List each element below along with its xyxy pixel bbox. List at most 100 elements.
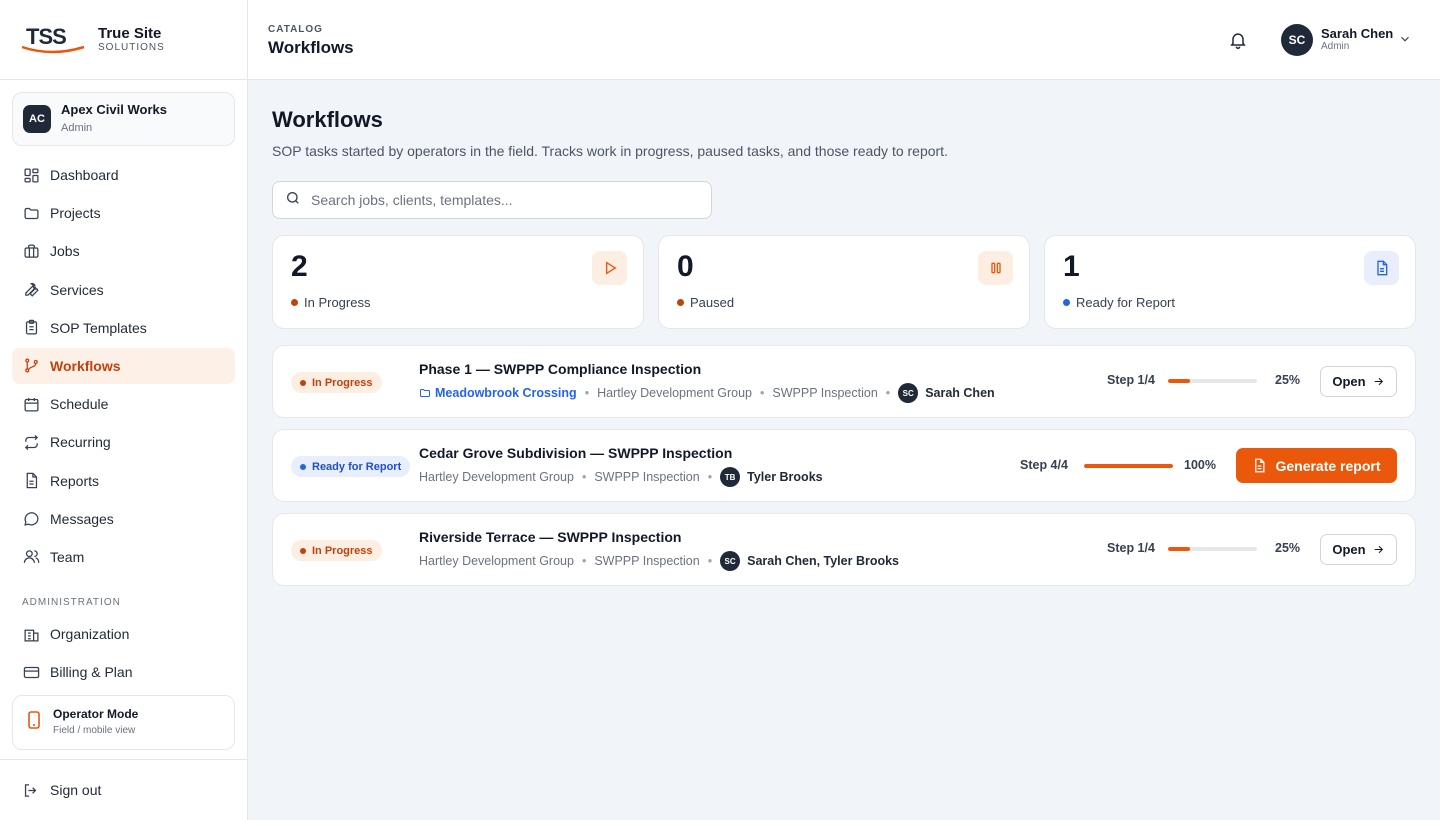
workflow-row[interactable]: In Progress Phase 1 — SWPPP Compliance I… [272, 345, 1416, 418]
org-avatar: AC [23, 105, 51, 133]
open-button[interactable]: Open [1320, 534, 1397, 565]
user-name[interactable]: Sarah Chen [1321, 26, 1393, 41]
status-badge: Ready for Report [291, 456, 411, 477]
user-role: Admin [1321, 41, 1350, 52]
workflow-title[interactable]: Cedar Grove Subdivision — SWPPP Inspecti… [419, 445, 732, 461]
topbar: CATALOG Workflows SC Sarah Chen Admin [248, 0, 1440, 80]
admin-section-label: ADMINISTRATION [22, 597, 121, 608]
clipboard-icon [22, 319, 40, 337]
wrench-icon [22, 281, 40, 299]
arrow-right-icon [1374, 545, 1383, 554]
search-icon [285, 190, 301, 211]
workflow-title[interactable]: Riverside Terrace — SWPPP Inspection [419, 529, 681, 545]
file-icon [22, 472, 40, 490]
calendar-icon [22, 395, 40, 413]
progress-percent: 100% [1184, 458, 1216, 472]
operator-mode-title: Operator Mode [53, 707, 139, 721]
org-name: Apex Civil Works [61, 102, 167, 117]
search-input[interactable] [311, 192, 691, 208]
nav-item-services[interactable]: Services [12, 272, 235, 308]
document-icon [1255, 458, 1265, 473]
step-counter: Step 1/4 [1107, 373, 1155, 387]
stat-card-in-progress[interactable]: 2 In Progress [272, 235, 644, 329]
stat-card-paused[interactable]: 0 Paused [658, 235, 1030, 329]
admin-nav: Organization Billing & Plan [12, 616, 235, 692]
workflow-icon [22, 357, 40, 375]
assignee-avatar: SC [898, 383, 919, 403]
progress-bar [1168, 379, 1257, 383]
nav-item-billing[interactable]: Billing & Plan [12, 654, 235, 690]
workflow-title[interactable]: Phase 1 — SWPPP Compliance Inspection [419, 361, 701, 377]
document-icon [1364, 251, 1399, 285]
template-name: SWPPP Inspection [594, 470, 700, 484]
bell-icon[interactable] [1228, 30, 1248, 50]
nav-item-organization[interactable]: Organization [12, 616, 235, 652]
status-badge: In Progress [291, 540, 382, 561]
nav-item-projects[interactable]: Projects [12, 195, 235, 231]
template-name: SWPPP Inspection [772, 386, 878, 400]
progress-percent: 25% [1275, 373, 1301, 387]
mobile-icon [27, 711, 41, 734]
operator-mode-button[interactable]: Operator Mode Field / mobile view [12, 695, 235, 750]
nav-item-workflows[interactable]: Workflows [12, 347, 235, 384]
svg-text:TSS: TSS [26, 24, 66, 49]
nav-item-team[interactable]: Team [12, 539, 235, 575]
assignee: SC Sarah Chen [898, 383, 995, 403]
workflow-row[interactable]: Ready for Report Cedar Grove Subdivision… [272, 429, 1416, 502]
arrow-right-icon [1374, 377, 1383, 386]
nav-label: Projects [50, 205, 101, 222]
org-switcher[interactable]: AC Apex Civil Works Admin [12, 92, 235, 146]
stat-card-ready-for-report[interactable]: 1 Ready for Report [1044, 235, 1416, 329]
nav-label: Reports [50, 472, 100, 489]
assignee: SC Sarah Chen, Tyler Brooks [720, 551, 899, 571]
nav-item-schedule[interactable]: Schedule [12, 386, 235, 422]
status-badge: In Progress [291, 372, 382, 393]
open-button[interactable]: Open [1320, 366, 1397, 397]
main-nav: Dashboard Projects Jobs Services SOP Tem… [12, 157, 235, 577]
sign-out-label: Sign out [50, 782, 102, 798]
stat-value: 0 [677, 250, 694, 283]
step-counter: Step 1/4 [1107, 541, 1155, 555]
sign-out-button[interactable]: Sign out [0, 759, 247, 820]
nav-label: Messages [50, 510, 114, 527]
nav-item-messages[interactable]: Messages [12, 501, 235, 537]
building-icon [22, 625, 40, 643]
generate-report-button[interactable]: Generate report [1236, 448, 1397, 483]
search-box[interactable] [272, 181, 712, 219]
dashboard-icon [22, 166, 40, 184]
nav-item-dashboard[interactable]: Dashboard [12, 157, 235, 193]
sidebar: TSS True Site SOLUTIONS AC Apex Civil Wo… [0, 0, 248, 820]
stat-label: Ready for Report [1063, 295, 1175, 310]
nav-item-reports[interactable]: Reports [12, 463, 235, 499]
nav-label: SOP Templates [50, 319, 147, 336]
page-title: Workflows [272, 107, 383, 132]
progress-bar [1168, 547, 1257, 551]
nav-label: Schedule [50, 396, 109, 413]
stat-value: 1 [1063, 250, 1080, 283]
nav-item-recurring[interactable]: Recurring [12, 424, 235, 460]
nav-label: Dashboard [50, 167, 119, 183]
nav-item-sop-templates[interactable]: SOP Templates [12, 310, 235, 346]
nav-label: Team [50, 548, 85, 565]
folder-icon [22, 204, 40, 222]
workflow-meta: Hartley Development Group • SWPPP Inspec… [419, 551, 899, 571]
nav-label: Workflows [50, 357, 121, 374]
play-icon [592, 251, 627, 285]
nav-label: Billing & Plan [50, 664, 133, 681]
folder-icon [420, 389, 430, 397]
breadcrumb[interactable]: CATALOG [268, 24, 323, 35]
client-name: Hartley Development Group [597, 386, 753, 400]
repeat-icon [22, 433, 40, 451]
brand[interactable]: TSS True Site SOLUTIONS [0, 0, 247, 80]
nav-item-jobs[interactable]: Jobs [12, 233, 235, 269]
stat-value: 2 [291, 250, 308, 283]
user-avatar[interactable]: SC [1281, 24, 1313, 56]
project-link[interactable]: Meadowbrook Crossing [419, 386, 577, 400]
chevron-down-icon[interactable] [1398, 32, 1412, 46]
nav-label: Recurring [50, 434, 111, 451]
topbar-title: Workflows [268, 38, 354, 57]
workflow-row[interactable]: In Progress Riverside Terrace — SWPPP In… [272, 513, 1416, 586]
credit-card-icon [22, 663, 40, 681]
tss-logo: TSS [20, 23, 88, 57]
workflow-meta: Meadowbrook Crossing • Hartley Developme… [419, 383, 995, 403]
